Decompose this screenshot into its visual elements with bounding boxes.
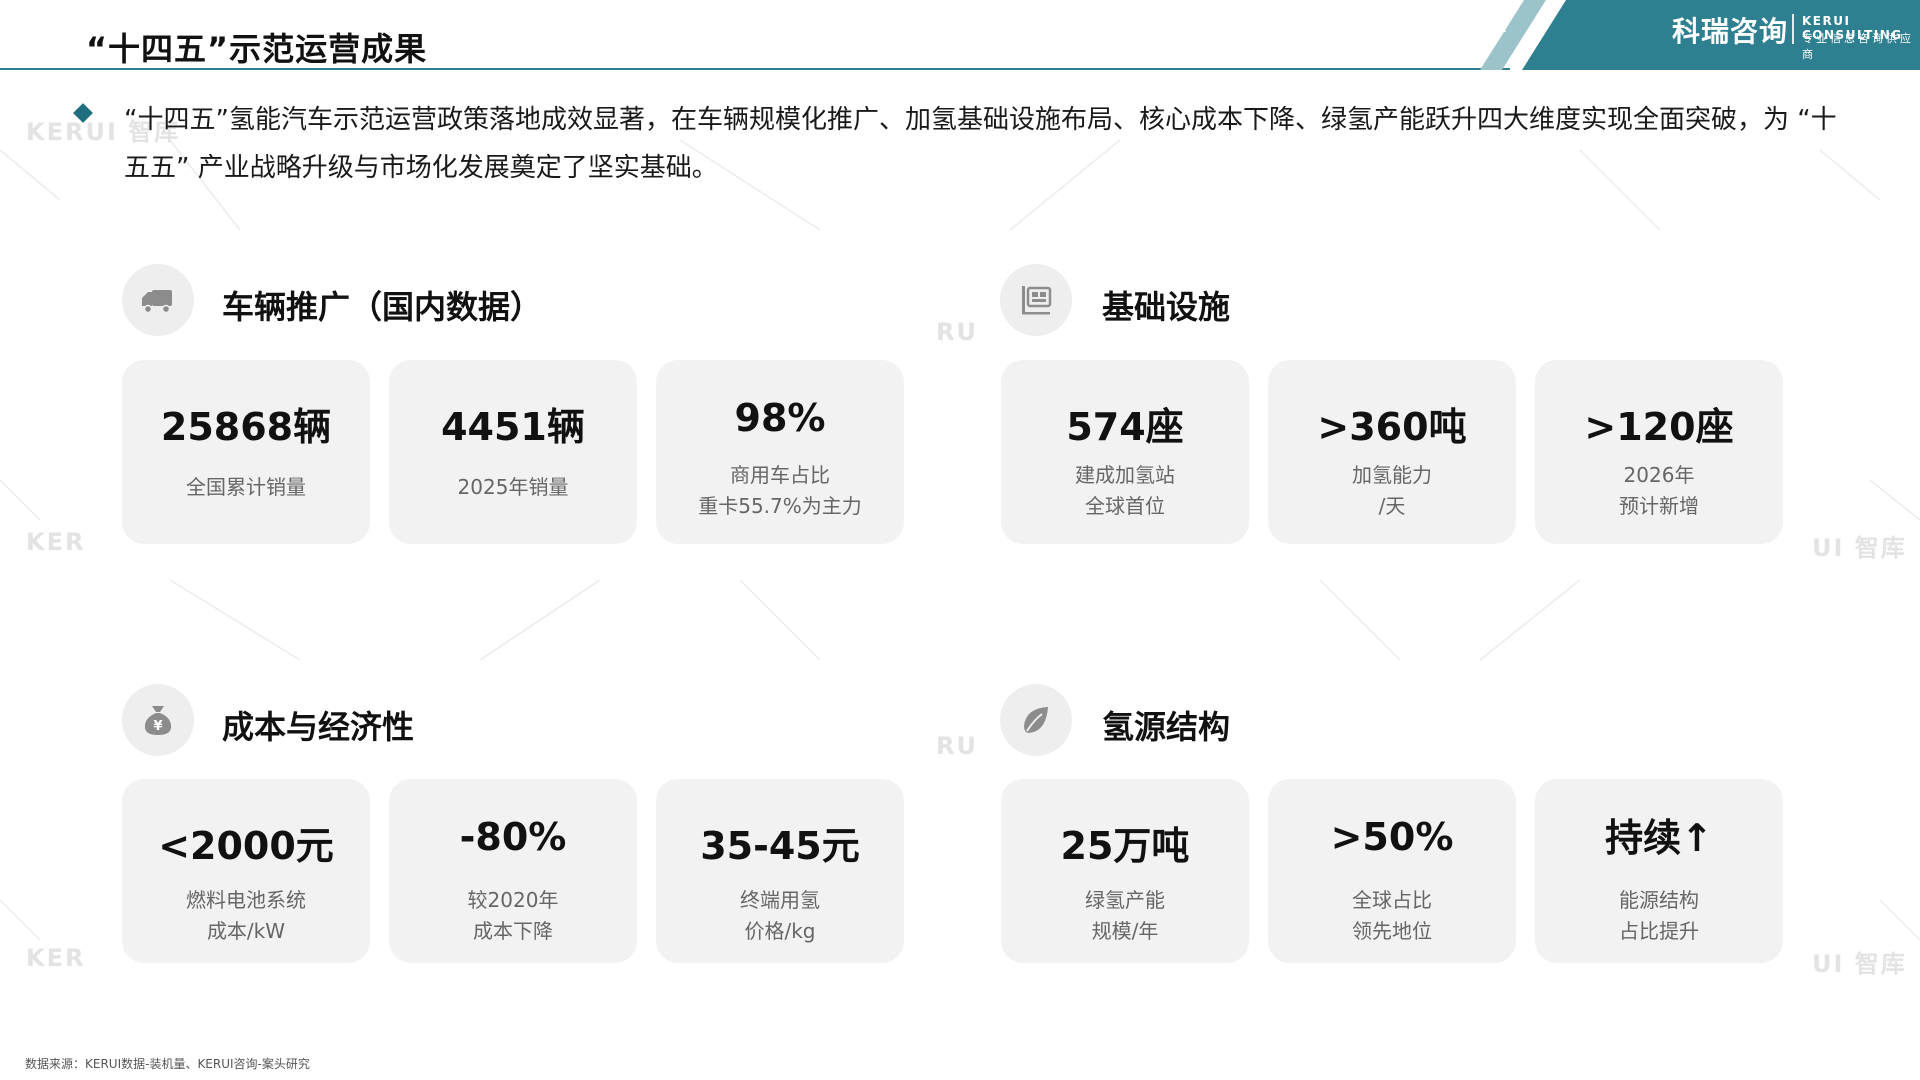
truck-icon: [122, 264, 194, 336]
stat-card: >360吨 加氢能力 /天: [1268, 360, 1516, 544]
stat-value: 35-45元: [700, 824, 860, 868]
stat-label: 燃料电池系统 成本/kW: [122, 885, 370, 947]
stat-card: 574座 建成加氢站 全球首位: [1001, 360, 1249, 544]
stat-label-line1: 燃料电池系统: [186, 888, 306, 912]
section-title-cost: 成本与经济性: [222, 708, 415, 746]
stat-label-line2: 规模/年: [1091, 919, 1159, 943]
brand-logo-icon: [1482, 0, 1506, 32]
brand-name: 科瑞咨询: [1672, 15, 1789, 48]
watermark-text: KER: [26, 528, 86, 556]
stat-label-line1: 能源结构: [1619, 888, 1699, 912]
watermark-text: KER: [26, 944, 86, 972]
stat-label-line1: 商用车占比: [730, 463, 830, 487]
stat-value: -80%: [459, 815, 567, 859]
header-rule: [0, 68, 1510, 70]
data-source-note: 数据来源：KERUI数据-装机量、KERUI咨询-案头研究: [25, 1057, 310, 1071]
leaf-icon: [1000, 684, 1072, 756]
stat-label-line2: 预计新增: [1619, 494, 1699, 518]
stat-value: 持续↑: [1605, 816, 1713, 860]
stat-label: 全球占比 领先地位: [1268, 885, 1516, 947]
stat-card: 35-45元 终端用氢 价格/kg: [656, 779, 904, 963]
brand-tagline: 专业信息咨询供应商: [1802, 32, 1914, 61]
stat-label-line1: 较2020年: [467, 888, 559, 912]
stat-value: >50%: [1330, 815, 1454, 859]
stat-label: 商用车占比 重卡55.7%为主力: [656, 460, 904, 522]
stat-value: >120座: [1584, 405, 1734, 449]
brand-divider: [1792, 14, 1794, 44]
stat-label: 绿氢产能 规模/年: [1001, 885, 1249, 947]
stat-card: 25868辆 全国累计销量: [122, 360, 370, 544]
stat-card: >50% 全球占比 领先地位: [1268, 779, 1516, 963]
stat-label-line2: /天: [1378, 494, 1406, 518]
stat-label-line1: 建成加氢站: [1075, 463, 1175, 487]
watermark-text: UI 智库: [1812, 950, 1907, 978]
stat-label: 较2020年 成本下降: [389, 885, 637, 947]
stat-value: 4451辆: [441, 405, 585, 449]
watermark-text: RU: [936, 318, 978, 346]
stat-label-line1: 加氢能力: [1352, 463, 1432, 487]
stat-card: <2000元 燃料电池系统 成本/kW: [122, 779, 370, 963]
money-bag-icon: ¥: [122, 684, 194, 756]
stat-value: 25868辆: [160, 405, 332, 449]
stat-label-line2: 领先地位: [1352, 919, 1432, 943]
stat-card: 25万吨 绿氢产能 规模/年: [1001, 779, 1249, 963]
stat-card: -80% 较2020年 成本下降: [389, 779, 637, 963]
stat-card: >120座 2026年 预计新增: [1535, 360, 1783, 544]
section-title-hydrogen-source: 氢源结构: [1102, 708, 1231, 746]
section-title-vehicles: 车辆推广（国内数据）: [222, 288, 543, 326]
stat-label: 建成加氢站 全球首位: [1001, 460, 1249, 522]
stat-value: 98%: [734, 396, 826, 440]
svg-text:¥: ¥: [153, 719, 162, 734]
watermark-text: UI 智库: [1812, 534, 1907, 562]
stat-value: >360吨: [1317, 405, 1467, 449]
stat-label-line1: 终端用氢: [740, 888, 820, 912]
stat-value: <2000元: [158, 824, 334, 868]
intro-paragraph: “十四五”氢能汽车示范运营政策落地成效显著，在车辆规模化推广、加氢基础设施布局、…: [124, 105, 1837, 183]
stat-label-line2: 重卡55.7%为主力: [698, 494, 862, 518]
stat-card: 98% 商用车占比 重卡55.7%为主力: [656, 360, 904, 544]
brand-banner: 科瑞咨询 KERUI CONSULTING 专业信息咨询供应商: [1480, 0, 1920, 70]
stat-card: 持续↑ 能源结构 占比提升: [1535, 779, 1783, 963]
stat-label: 终端用氢 价格/kg: [656, 885, 904, 947]
page-title: “十四五”示范运营成果: [86, 30, 428, 68]
stat-label-line2: 价格/kg: [744, 919, 816, 943]
stat-label-line2: 占比提升: [1619, 919, 1699, 943]
stat-card: 4451辆 2025年销量: [389, 360, 637, 544]
stat-value: 574座: [1066, 405, 1184, 449]
stat-label: 2026年 预计新增: [1535, 460, 1783, 522]
stat-label-line1: 2026年: [1623, 463, 1695, 487]
station-icon: [1000, 264, 1072, 336]
stat-value: 25万吨: [1060, 824, 1190, 868]
watermark-text: RU: [936, 732, 978, 760]
section-title-infrastructure: 基础设施: [1102, 288, 1231, 326]
stat-label: 加氢能力 /天: [1268, 460, 1516, 522]
stat-label-line2: 全球首位: [1085, 494, 1165, 518]
stat-label-line1: 全球占比: [1352, 888, 1432, 912]
stat-label-line2: 成本/kW: [206, 919, 286, 943]
stat-label: 2025年销量: [457, 475, 569, 499]
stat-label-line2: 成本下降: [473, 919, 553, 943]
stat-label-line1: 绿氢产能: [1085, 888, 1165, 912]
stat-label: 全国累计销量: [186, 475, 306, 499]
stat-label: 能源结构 占比提升: [1535, 885, 1783, 947]
